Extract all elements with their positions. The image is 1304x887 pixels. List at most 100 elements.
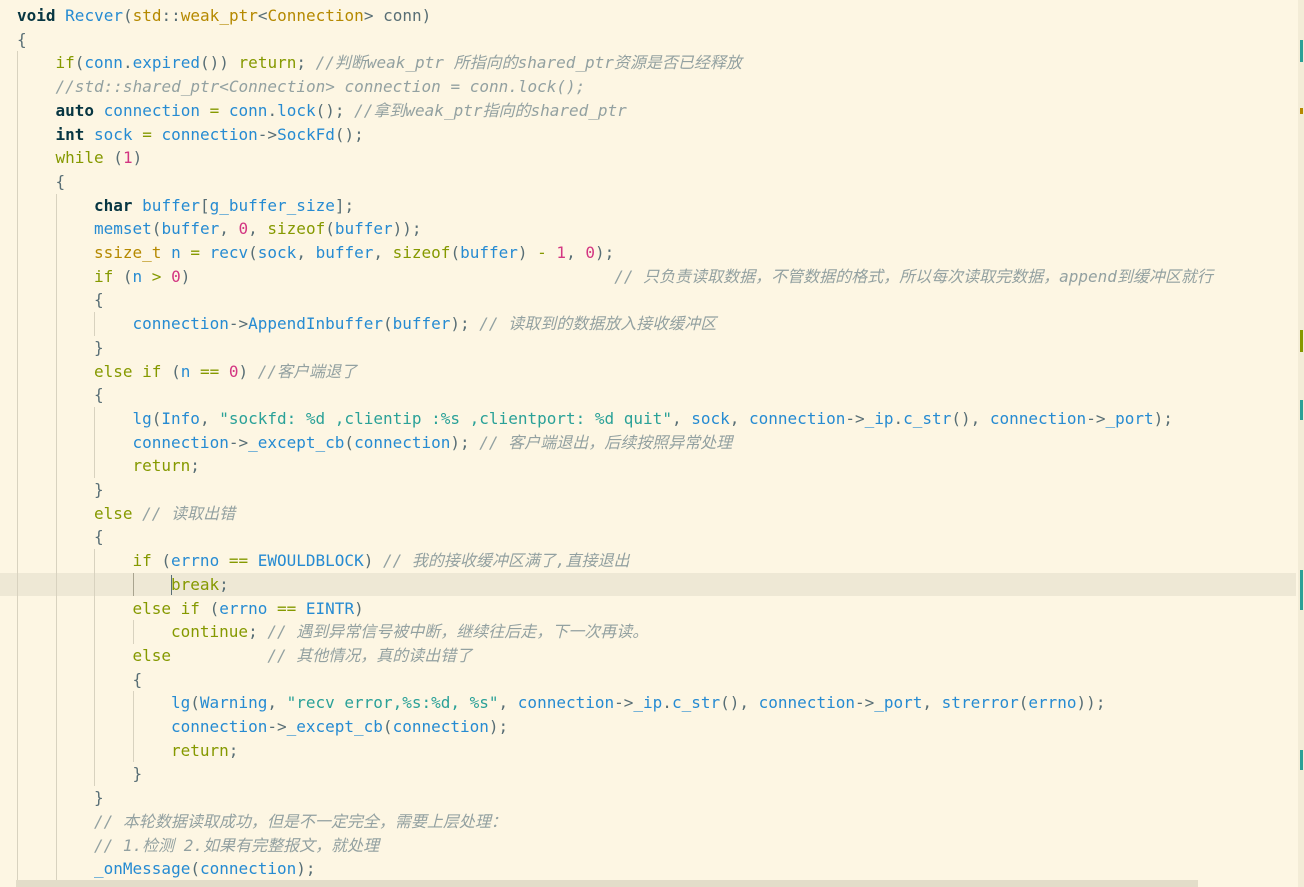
code-token: , [498, 693, 518, 713]
code-text: { [94, 525, 104, 549]
code-token: int [55, 124, 95, 144]
code-token: lg [171, 693, 191, 713]
code-token: -> [845, 408, 865, 428]
code-token: break [171, 574, 220, 594]
code-text: if(conn.expired()) return; //判断weak_ptr … [56, 51, 742, 75]
code-token: . [662, 693, 672, 713]
code-token: = [132, 124, 162, 144]
code-line[interactable]: { [0, 28, 1296, 52]
code-line[interactable]: { [0, 170, 1296, 194]
code-token: _except_cb [286, 717, 383, 736]
code-editor[interactable]: void Recver(std::weak_ptr<Connection> co… [0, 0, 1304, 887]
code-line[interactable]: { [0, 668, 1296, 692]
code-token: . [893, 408, 904, 428]
horizontal-scrollbar[interactable] [16, 880, 1198, 887]
code-token: n [171, 243, 181, 262]
code-token: ( [151, 408, 162, 428]
code-token: )); [1076, 693, 1106, 713]
code-line[interactable]: } [0, 336, 1296, 360]
code-token: , [373, 243, 393, 262]
code-token: g_buffer_size [209, 195, 335, 215]
code-token: connection [989, 408, 1087, 428]
code-text: { [17, 28, 27, 52]
code-token: connection [132, 314, 229, 334]
code-token: } [132, 764, 143, 784]
code-token: } [94, 788, 104, 808]
code-token: _port [874, 693, 923, 713]
code-token: //拿到weak_ptr指向的shared_ptr [354, 100, 627, 120]
code-line[interactable]: else // 读取出错 [0, 502, 1296, 526]
code-token: ); [1153, 408, 1173, 428]
code-token: (), [720, 693, 759, 713]
code-line[interactable]: // 1.检测 2.如果有完整报文，就处理 [0, 834, 1296, 858]
code-line[interactable]: return; [0, 739, 1296, 763]
code-line[interactable]: else if (errno == EINTR) [0, 597, 1296, 621]
code-token: ( [1018, 693, 1029, 713]
code-token: // 客户端退出，后续按照异常处理 [479, 432, 733, 452]
code-line[interactable]: ssize_t n = recv(sock, buffer, sizeof(bu… [0, 241, 1296, 265]
code-token: connection [749, 408, 846, 428]
code-line[interactable]: return; [0, 454, 1296, 478]
code-line[interactable]: int sock = connection->SockFd(); [0, 123, 1296, 147]
code-token: = [200, 100, 229, 120]
code-token: c_str [903, 408, 952, 428]
code-line[interactable]: } [0, 786, 1296, 810]
code-line[interactable]: if (errno == EWOULDBLOCK) // 我的接收缓冲区满了,直… [0, 549, 1296, 573]
code-text: connection->_except_cb(connection); // 客… [133, 431, 733, 455]
code-token: sizeof [267, 219, 326, 239]
code-line[interactable]: auto connection = conn.lock(); //拿到weak_… [0, 99, 1296, 123]
code-token: "sockfd: %d ,clientip :%s ,clientport: %… [219, 408, 672, 428]
code-token: ) [238, 361, 258, 381]
code-line[interactable]: connection->_except_cb(connection); // 客… [0, 431, 1296, 455]
code-token: ( [190, 693, 200, 713]
code-line[interactable]: void Recver(std::weak_ptr<Connection> co… [0, 4, 1296, 28]
code-line[interactable]: connection->AppendInbuffer(buffer); // 读… [0, 312, 1296, 336]
code-line[interactable]: memset(buffer, 0, sizeof(buffer)); [0, 217, 1296, 241]
code-text: while (1) [56, 146, 143, 170]
code-line[interactable]: if (n > 0) // 只负责读取数据，不管数据的格式，所以每次读取完数据，… [0, 265, 1296, 289]
code-line[interactable]: lg(Info, "sockfd: %d ,clientip :%s ,clie… [0, 407, 1296, 431]
code-token: ()) [200, 53, 239, 73]
code-line[interactable]: } [0, 762, 1296, 786]
code-token: -> [267, 717, 287, 736]
code-line[interactable]: while (1) [0, 146, 1296, 170]
code-line[interactable]: { [0, 288, 1296, 312]
code-token: recv [209, 243, 249, 262]
code-token: ( [122, 6, 133, 25]
code-line[interactable]: // 本轮数据读取成功，但是不一定完全，需要上层处理： [0, 810, 1296, 834]
code-token: ( [199, 598, 220, 618]
code-line[interactable]: } [0, 478, 1296, 502]
code-line[interactable]: if(conn.expired()) return; //判断weak_ptr … [0, 51, 1296, 75]
code-line[interactable]: continue; // 遇到异常信号被中断，继续往后走，下一次再读。 [0, 620, 1296, 644]
code-line[interactable]: { [0, 525, 1296, 549]
code-line[interactable]: break; [0, 572, 1296, 597]
code-token: else [132, 645, 172, 665]
code-text: auto connection = conn.lock(); //拿到weak_… [56, 99, 627, 123]
code-token: errno [1028, 693, 1077, 713]
code-line[interactable]: { [0, 383, 1296, 407]
code-token: { [94, 290, 104, 310]
code-line[interactable]: lg(Warning, "recv error,%s:%d, %s", conn… [0, 691, 1296, 715]
code-token: connection [161, 124, 258, 144]
code-token: == [190, 361, 229, 381]
code-line[interactable]: else // 其他情况，真的读出错了 [0, 644, 1296, 668]
code-line[interactable]: char buffer[g_buffer_size]; [0, 194, 1296, 218]
vertical-scrollbar[interactable] [1298, 0, 1304, 887]
code-token: -> [257, 124, 278, 144]
code-token: 0 [585, 243, 595, 262]
code-token: buffer [142, 195, 200, 215]
code-line[interactable]: else if (n == 0) //客户端退了 [0, 360, 1296, 384]
code-line[interactable]: _onMessage(connection); [0, 857, 1296, 881]
code-token: buffer [161, 219, 220, 239]
code-token: errno [171, 551, 220, 571]
code-token: EINTR [305, 598, 355, 618]
code-token: connection [758, 693, 855, 713]
code-text: else if (errno == EINTR) [133, 597, 364, 621]
code-text: // 本轮数据读取成功，但是不一定完全，需要上层处理： [94, 810, 507, 834]
code-line[interactable]: connection->_except_cb(connection); [0, 715, 1296, 739]
code-text: break; [171, 573, 229, 597]
code-token: 0 [238, 219, 249, 239]
code-line[interactable]: //std::shared_ptr<Connection> connection… [0, 75, 1296, 99]
code-token: 0 [171, 266, 181, 286]
code-text: else // 其他情况，真的读出错了 [133, 644, 473, 668]
